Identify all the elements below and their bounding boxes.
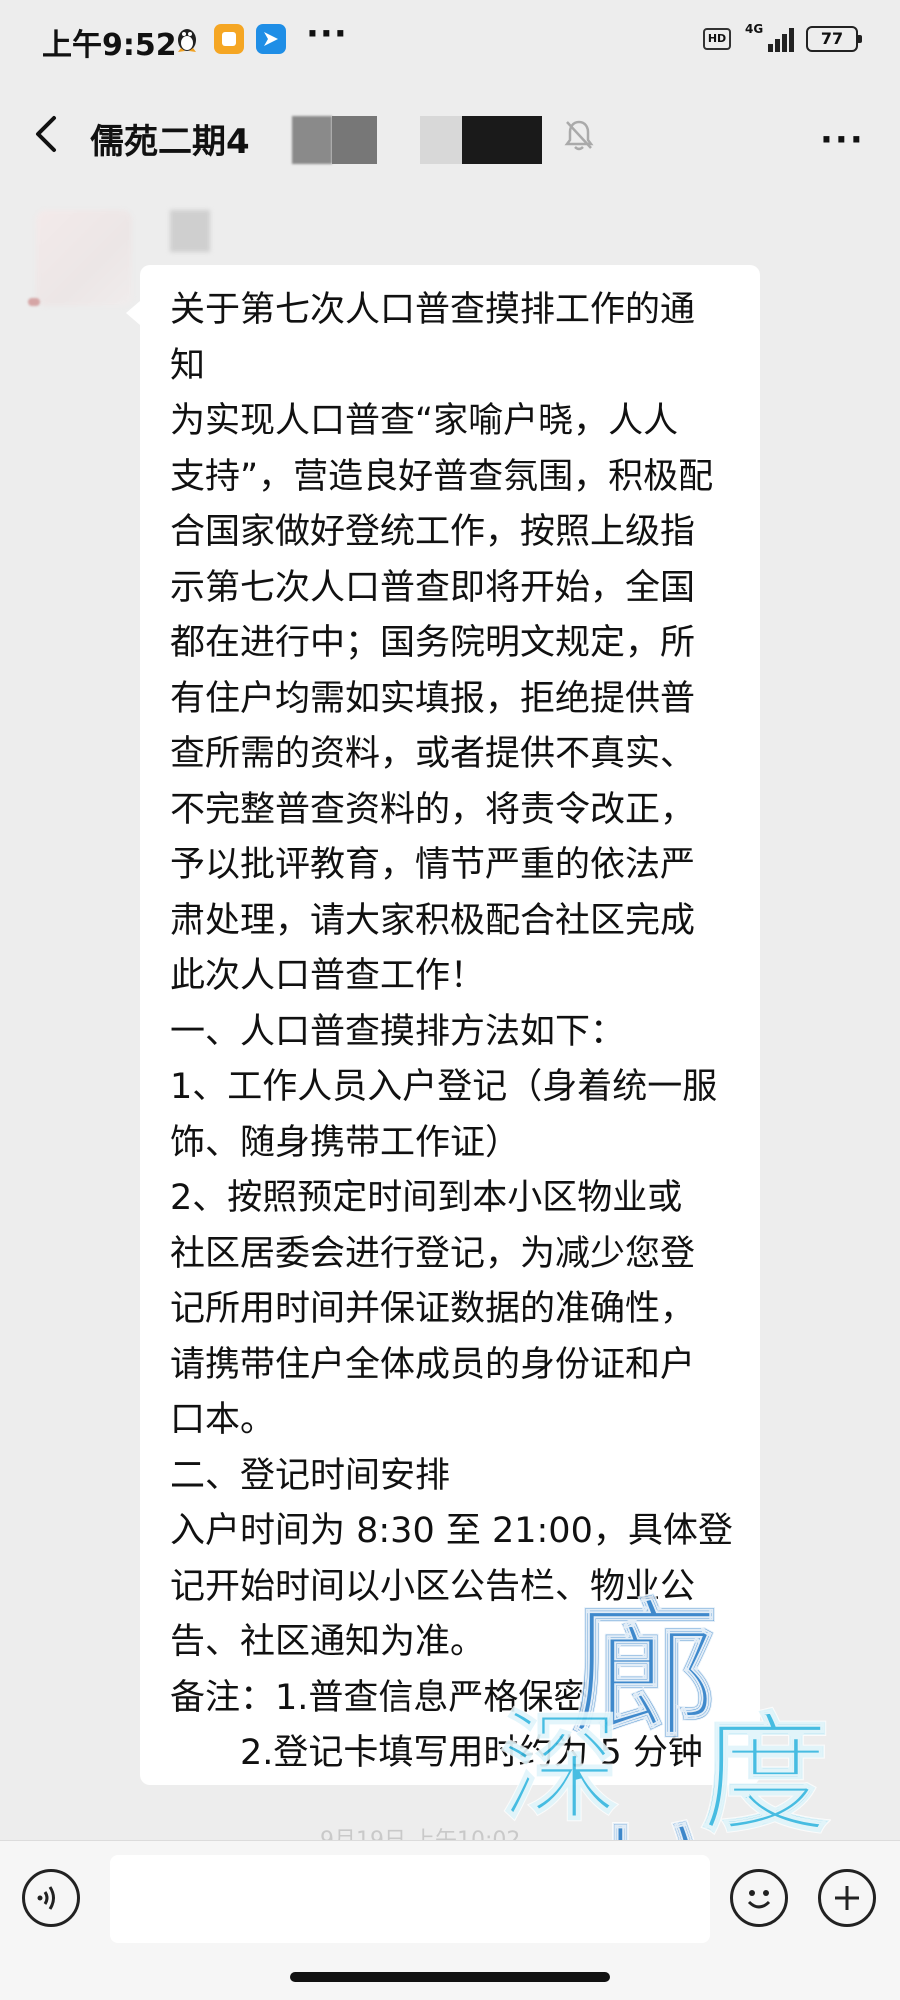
message-line: 备注：1.普查信息严格保密 [170, 1677, 589, 1718]
chat-header: 儒苑二期4 ··· [0, 80, 900, 190]
message-line: 关于第七次人口普查摸排工作的通 [170, 290, 696, 330]
chat-title: 儒苑二期4 [90, 122, 250, 162]
message-line: 此次人口普查工作！ [170, 956, 486, 996]
message-line: 1、工作人员入户登记（身着统一服 [170, 1067, 718, 1107]
message-line: 支持”，营造良好普查氛围，积极配 [170, 456, 714, 497]
message-line: 都在进行中；国务院明文规定，所 [170, 623, 696, 663]
message-line: 告、社区通知为准。 [170, 1622, 486, 1662]
message-line: 入户时间为 8:30 至 21:00，具体登 [170, 1511, 733, 1551]
message-line: 有住户均需如实填报，拒绝提供普 [170, 678, 696, 719]
voice-icon[interactable] [22, 1869, 80, 1927]
message-line: 社区居委会进行登记，为减少您登 [170, 1233, 696, 1274]
message-line: 查所需的资料，或者提供不真实、 [170, 734, 696, 774]
status-bar: 上午9:52 ··· HD 4G 77 [0, 0, 900, 80]
message-line: 口本。 [170, 1400, 276, 1440]
status-time: 上午9:52 [42, 28, 177, 63]
message-line: 予以批评教育，情节严重的依法严 [170, 845, 696, 885]
redaction-block [332, 116, 377, 164]
message-bubble[interactable]: 关于第七次人口普查摸排工作的通 知 为实现人口普查“家喻户晓，人人 支持”，营造… [126, 265, 760, 1785]
redaction-block [292, 116, 332, 164]
message-line: 合国家做好登统工作，按照上级指 [170, 512, 696, 552]
message-line: 2.登记卡填写用时约为 5 分钟 [240, 1733, 703, 1773]
home-indicator [290, 1972, 610, 1982]
status-overflow-dots: ··· [306, 14, 348, 54]
more-options-button[interactable]: ··· [820, 120, 865, 160]
sender-name-redacted [170, 210, 210, 252]
signal-icon [768, 26, 798, 52]
avatar[interactable] [36, 210, 132, 306]
message-line: 记所用时间并保证数据的准确性， [170, 1289, 696, 1329]
message-line: 知 [170, 345, 206, 386]
network-type: 4G [745, 22, 764, 36]
message-line: 2、按照预定时间到本小区物业或 [170, 1178, 683, 1218]
message-line: 记开始时间以小区公告栏、物业公 [170, 1566, 696, 1607]
hd-badge: HD [703, 28, 731, 50]
blue-app-icon [256, 24, 286, 54]
battery-icon: 77 [806, 26, 862, 52]
chevron-left-icon[interactable] [30, 114, 64, 154]
yellow-app-icon [214, 24, 244, 54]
bell-muted-icon [563, 118, 595, 152]
message-line: 为实现人口普查“家喻户晓，人人 [170, 401, 679, 441]
message-line: 饰、随身携带工作证） [170, 1122, 521, 1163]
message-line: 不完整普查资料的，将责令改正， [170, 789, 696, 830]
message-line: 示第七次人口普查即将开始，全国 [170, 567, 696, 608]
message-text: 关于第七次人口普查摸排工作的通 知 为实现人口普查“家喻户晓，人人 支持”，营造… [170, 283, 740, 1782]
message-line: 二、登记时间安排 [170, 1455, 451, 1496]
message-line: 一、人口普查摸排方法如下： [170, 1011, 626, 1052]
avatar-decoration [28, 298, 40, 306]
message-line: 请携带住户全体成员的身份证和户 [170, 1344, 696, 1385]
redaction-block [462, 116, 542, 164]
redaction-block [420, 116, 462, 164]
message-input[interactable] [110, 1855, 710, 1943]
message-line: 肃处理，请大家积极配合社区完成 [170, 900, 696, 941]
plus-icon[interactable] [818, 1869, 876, 1927]
qq-penguin-icon [172, 24, 202, 54]
emoji-icon[interactable] [730, 1869, 788, 1927]
